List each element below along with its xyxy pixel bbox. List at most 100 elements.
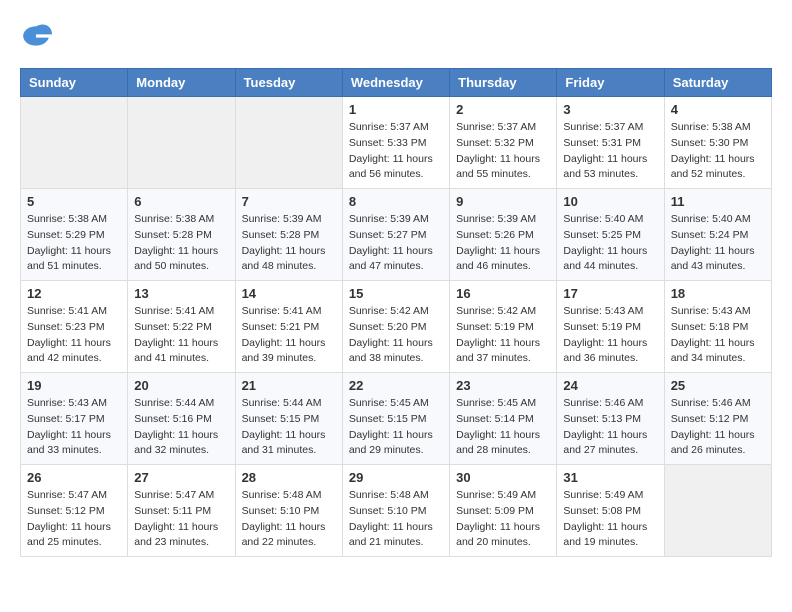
day-info: Sunrise: 5:45 AM Sunset: 5:15 PM Dayligh…	[349, 396, 443, 459]
calendar-cell: 13 Sunrise: 5:41 AM Sunset: 5:22 PM Dayli…	[128, 281, 235, 373]
calendar-cell: 20Sunrise: 5:44 AM Sunset: 5:16 PM Dayli…	[128, 373, 235, 465]
calendar-day-header: Thursday	[450, 69, 557, 97]
day-number: 29	[349, 470, 443, 485]
calendar-cell: 21Sunrise: 5:44 AM Sunset: 5:15 PM Dayli…	[235, 373, 342, 465]
logo	[20, 20, 56, 52]
day-info: Sunrise: 5:38 AM Sunset: 5:29 PM Dayligh…	[27, 212, 121, 275]
day-info: Sunrise: 5:46 AM Sunset: 5:13 PM Dayligh…	[563, 396, 657, 459]
day-info: Sunrise: 5:39 AM Sunset: 5:26 PM Dayligh…	[456, 212, 550, 275]
day-info: Sunrise: 5:48 AM Sunset: 5:10 PM Dayligh…	[349, 488, 443, 551]
day-info: Sunrise: 5:46 AM Sunset: 5:12 PM Dayligh…	[671, 396, 765, 459]
calendar-day-header: Friday	[557, 69, 664, 97]
calendar-cell: 10Sunrise: 5:40 AM Sunset: 5:25 PM Dayli…	[557, 189, 664, 281]
calendar-cell: 19 Sunrise: 5:43 AM Sunset: 5:17 PM Dayli…	[21, 373, 128, 465]
calendar-cell	[21, 97, 128, 189]
calendar-week-row: 12 Sunrise: 5:41 AM Sunset: 5:23 PM Dayli…	[21, 281, 772, 373]
day-number: 1	[349, 102, 443, 117]
day-number: 16	[456, 286, 550, 301]
calendar-cell: 17 Sunrise: 5:43 AM Sunset: 5:19 PM Dayli…	[557, 281, 664, 373]
calendar-cell: 3 Sunrise: 5:37 AM Sunset: 5:31 PM Daylig…	[557, 97, 664, 189]
calendar-week-row: 19 Sunrise: 5:43 AM Sunset: 5:17 PM Dayli…	[21, 373, 772, 465]
day-info: Sunrise: 5:39 AM Sunset: 5:27 PM Dayligh…	[349, 212, 443, 275]
calendar-cell: 23 Sunrise: 5:45 AM Sunset: 5:14 PM Dayli…	[450, 373, 557, 465]
calendar-day-header: Sunday	[21, 69, 128, 97]
calendar-cell: 7 Sunrise: 5:39 AM Sunset: 5:28 PM Daylig…	[235, 189, 342, 281]
day-info: Sunrise: 5:42 AM Sunset: 5:20 PM Dayligh…	[349, 304, 443, 367]
day-info: Sunrise: 5:43 AM Sunset: 5:17 PM Dayligh…	[27, 396, 121, 459]
calendar-cell: 1 Sunrise: 5:37 AM Sunset: 5:33 PM Daylig…	[342, 97, 449, 189]
calendar-week-row: 5 Sunrise: 5:38 AM Sunset: 5:29 PM Daylig…	[21, 189, 772, 281]
day-number: 23	[456, 378, 550, 393]
day-number: 18	[671, 286, 765, 301]
day-number: 11	[671, 194, 765, 209]
calendar-cell: 4 Sunrise: 5:38 AM Sunset: 5:30 PM Daylig…	[664, 97, 771, 189]
day-number: 7	[242, 194, 336, 209]
calendar-cell	[664, 465, 771, 557]
calendar-cell: 29 Sunrise: 5:48 AM Sunset: 5:10 PM Dayli…	[342, 465, 449, 557]
page-header	[20, 20, 772, 52]
day-number: 24	[563, 378, 657, 393]
day-info: Sunrise: 5:40 AM Sunset: 5:25 PM Dayligh…	[563, 212, 657, 275]
day-number: 5	[27, 194, 121, 209]
day-info: Sunrise: 5:41 AM Sunset: 5:22 PM Dayligh…	[134, 304, 228, 367]
day-number: 6	[134, 194, 228, 209]
calendar-cell: 26Sunrise: 5:47 AM Sunset: 5:12 PM Dayli…	[21, 465, 128, 557]
day-info: Sunrise: 5:39 AM Sunset: 5:28 PM Dayligh…	[242, 212, 336, 275]
day-info: Sunrise: 5:43 AM Sunset: 5:18 PM Dayligh…	[671, 304, 765, 367]
calendar-cell: 27 Sunrise: 5:47 AM Sunset: 5:11 PM Dayli…	[128, 465, 235, 557]
day-info: Sunrise: 5:44 AM Sunset: 5:15 PM Dayligh…	[242, 396, 336, 459]
day-number: 2	[456, 102, 550, 117]
calendar-day-header: Monday	[128, 69, 235, 97]
day-number: 30	[456, 470, 550, 485]
day-info: Sunrise: 5:45 AM Sunset: 5:14 PM Dayligh…	[456, 396, 550, 459]
calendar-cell: 25 Sunrise: 5:46 AM Sunset: 5:12 PM Dayli…	[664, 373, 771, 465]
day-number: 9	[456, 194, 550, 209]
calendar-cell: 9 Sunrise: 5:39 AM Sunset: 5:26 PM Daylig…	[450, 189, 557, 281]
day-info: Sunrise: 5:48 AM Sunset: 5:10 PM Dayligh…	[242, 488, 336, 551]
calendar-cell: 15 Sunrise: 5:42 AM Sunset: 5:20 PM Dayli…	[342, 281, 449, 373]
calendar-day-header: Tuesday	[235, 69, 342, 97]
day-number: 15	[349, 286, 443, 301]
calendar-cell: 6 Sunrise: 5:38 AM Sunset: 5:28 PM Daylig…	[128, 189, 235, 281]
day-info: Sunrise: 5:37 AM Sunset: 5:31 PM Dayligh…	[563, 120, 657, 183]
day-number: 4	[671, 102, 765, 117]
day-info: Sunrise: 5:49 AM Sunset: 5:08 PM Dayligh…	[563, 488, 657, 551]
day-number: 25	[671, 378, 765, 393]
day-info: Sunrise: 5:37 AM Sunset: 5:32 PM Dayligh…	[456, 120, 550, 183]
day-info: Sunrise: 5:44 AM Sunset: 5:16 PM Dayligh…	[134, 396, 228, 459]
day-number: 19	[27, 378, 121, 393]
day-number: 28	[242, 470, 336, 485]
day-number: 27	[134, 470, 228, 485]
day-number: 14	[242, 286, 336, 301]
day-info: Sunrise: 5:37 AM Sunset: 5:33 PM Dayligh…	[349, 120, 443, 183]
calendar-cell: 24 Sunrise: 5:46 AM Sunset: 5:13 PM Dayli…	[557, 373, 664, 465]
day-info: Sunrise: 5:47 AM Sunset: 5:11 PM Dayligh…	[134, 488, 228, 551]
calendar-cell: 18 Sunrise: 5:43 AM Sunset: 5:18 PM Dayli…	[664, 281, 771, 373]
calendar-cell: 22 Sunrise: 5:45 AM Sunset: 5:15 PM Dayli…	[342, 373, 449, 465]
calendar-cell: 14 Sunrise: 5:41 AM Sunset: 5:21 PM Dayli…	[235, 281, 342, 373]
day-info: Sunrise: 5:47 AM Sunset: 5:12 PM Dayligh…	[27, 488, 121, 551]
day-number: 31	[563, 470, 657, 485]
day-info: Sunrise: 5:38 AM Sunset: 5:30 PM Dayligh…	[671, 120, 765, 183]
calendar-week-row: 26Sunrise: 5:47 AM Sunset: 5:12 PM Dayli…	[21, 465, 772, 557]
calendar-cell	[235, 97, 342, 189]
day-info: Sunrise: 5:40 AM Sunset: 5:24 PM Dayligh…	[671, 212, 765, 275]
calendar-day-header: Wednesday	[342, 69, 449, 97]
calendar-cell: 31 Sunrise: 5:49 AM Sunset: 5:08 PM Dayli…	[557, 465, 664, 557]
day-number: 12	[27, 286, 121, 301]
day-info: Sunrise: 5:41 AM Sunset: 5:21 PM Dayligh…	[242, 304, 336, 367]
calendar-cell	[128, 97, 235, 189]
calendar-cell: 28 Sunrise: 5:48 AM Sunset: 5:10 PM Dayli…	[235, 465, 342, 557]
day-info: Sunrise: 5:43 AM Sunset: 5:19 PM Dayligh…	[563, 304, 657, 367]
logo-icon	[20, 20, 52, 52]
day-number: 22	[349, 378, 443, 393]
day-number: 3	[563, 102, 657, 117]
day-info: Sunrise: 5:38 AM Sunset: 5:28 PM Dayligh…	[134, 212, 228, 275]
day-info: Sunrise: 5:42 AM Sunset: 5:19 PM Dayligh…	[456, 304, 550, 367]
day-info: Sunrise: 5:41 AM Sunset: 5:23 PM Dayligh…	[27, 304, 121, 367]
day-number: 17	[563, 286, 657, 301]
calendar-table: SundayMondayTuesdayWednesdayThursdayFrid…	[20, 68, 772, 557]
calendar-cell: 2 Sunrise: 5:37 AM Sunset: 5:32 PM Daylig…	[450, 97, 557, 189]
day-number: 8	[349, 194, 443, 209]
day-number: 13	[134, 286, 228, 301]
